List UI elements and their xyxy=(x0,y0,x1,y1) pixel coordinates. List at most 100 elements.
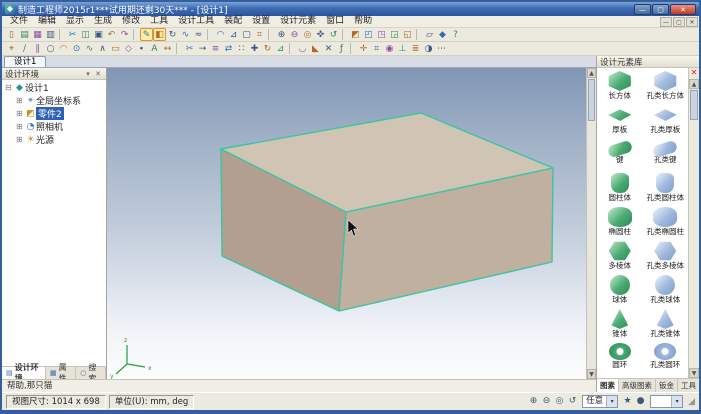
tree-item-global-coords[interactable]: ⊞ ⌖ 全局坐标系 xyxy=(2,94,106,107)
library-item-torus[interactable]: 圆环 xyxy=(597,341,643,375)
view-iso-icon[interactable]: ◩ xyxy=(349,28,362,41)
library-item-hole-cuboid[interactable]: 孔类长方体 xyxy=(643,69,689,103)
minimize-button[interactable]: — xyxy=(634,4,651,15)
library-tab-sheetmetal[interactable]: 钣金 xyxy=(656,379,678,392)
child-restore-button[interactable]: ▢ xyxy=(673,17,685,27)
menu-settings[interactable]: 设置 xyxy=(247,16,275,27)
sketch-icon[interactable]: ✎ xyxy=(140,28,153,41)
menu-generate[interactable]: 生成 xyxy=(89,16,117,27)
viewport-3d[interactable]: z x y xyxy=(107,68,586,379)
delete-icon[interactable]: ✕ xyxy=(322,42,335,55)
offset-icon[interactable]: ≡ xyxy=(209,42,222,55)
spline-icon[interactable]: ∿ xyxy=(83,42,96,55)
zoom-all-icon[interactable]: ◎ xyxy=(301,28,314,41)
open-file-icon[interactable]: ▤ xyxy=(18,28,31,41)
fillet-icon[interactable]: ◠ xyxy=(214,28,227,41)
line-icon[interactable]: ∕ xyxy=(18,42,31,55)
print-icon[interactable]: ▥ xyxy=(44,28,57,41)
scrollbar-thumb[interactable] xyxy=(588,79,595,121)
library-item-cylinder[interactable]: 圆柱体 xyxy=(597,171,643,205)
tree-item-light[interactable]: ⊞ ☀ 光源 xyxy=(2,133,106,146)
options-icon[interactable]: ⋯ xyxy=(435,42,448,55)
menu-file[interactable]: 文件 xyxy=(5,16,33,27)
menu-modify[interactable]: 修改 xyxy=(117,16,145,27)
save-file-icon[interactable]: ▦ xyxy=(31,28,44,41)
rectangle-icon[interactable]: ▭ xyxy=(109,42,122,55)
text-icon[interactable]: A xyxy=(148,42,161,55)
formula-icon[interactable]: ƒ xyxy=(335,42,348,55)
library-item-hole-sphere[interactable]: 孔类球体 xyxy=(643,273,689,307)
library-item-hole-prism[interactable]: 孔类多棱体 xyxy=(643,239,689,273)
menu-assembly[interactable]: 装配 xyxy=(219,16,247,27)
library-item-hole-torus[interactable]: 孔类圆环 xyxy=(643,341,689,375)
library-item-sphere[interactable]: 球体 xyxy=(597,273,643,307)
polyline-icon[interactable]: ∧ xyxy=(96,42,109,55)
redo-icon[interactable]: ↷ xyxy=(118,28,131,41)
new-file-icon[interactable]: ▯ xyxy=(5,28,18,41)
document-tab-design1[interactable]: 设计1 xyxy=(4,56,46,67)
library-item-cone[interactable]: 锥体 xyxy=(597,307,643,341)
orbit-icon[interactable]: ↺ xyxy=(566,395,579,408)
tree-expander-icon[interactable]: ⊞ xyxy=(16,109,25,118)
scroll-down-icon[interactable]: ▼ xyxy=(587,369,596,379)
library-item-hole-key[interactable]: 孔类键 xyxy=(643,137,689,171)
scrollbar-thumb[interactable] xyxy=(690,90,698,120)
shaded-icon[interactable]: ◆ xyxy=(436,28,449,41)
scale-combo[interactable]: ▾ xyxy=(650,395,683,408)
menu-view[interactable]: 显示 xyxy=(61,16,89,27)
tree-item-camera[interactable]: ⊞ ◔ 照相机 xyxy=(2,120,106,133)
tree-expander-icon[interactable]: ⊞ xyxy=(16,96,25,105)
menu-help[interactable]: 帮助 xyxy=(349,16,377,27)
snap-icon[interactable]: ◉ xyxy=(383,42,396,55)
pin-icon[interactable]: ▾ xyxy=(83,70,93,78)
render-toggle-icon[interactable]: ★ xyxy=(621,395,634,408)
color-icon[interactable]: ◑ xyxy=(422,42,435,55)
ortho-icon[interactable]: ⊥ xyxy=(396,42,409,55)
grid-icon[interactable]: ⌗ xyxy=(370,42,383,55)
tab-design-environment[interactable]: ▤ 设计环境 xyxy=(2,367,46,379)
tree-expander-icon[interactable]: ⊟ xyxy=(5,83,14,92)
menu-tools[interactable]: 工具 xyxy=(145,16,173,27)
view-right-icon[interactable]: ◲ xyxy=(388,28,401,41)
cut-icon[interactable]: ✂ xyxy=(66,28,79,41)
library-scrollbar[interactable]: ✕ ▲ ▼ xyxy=(688,68,699,378)
menu-design-tools[interactable]: 设计工具 xyxy=(173,16,219,27)
library-tab-advanced[interactable]: 高级图素 xyxy=(619,379,656,392)
scrollbar-track[interactable] xyxy=(689,121,699,368)
library-item-hole-elliptic-cylinder[interactable]: 孔类椭圆柱 xyxy=(643,205,689,239)
layers-icon[interactable]: ≣ xyxy=(409,42,422,55)
circle-icon[interactable]: ○ xyxy=(44,42,57,55)
shell-icon[interactable]: ▢ xyxy=(240,28,253,41)
library-item-key[interactable]: 键 xyxy=(597,137,643,171)
tree-item-design1[interactable]: ⊟ ◆ 设计1 xyxy=(2,81,106,94)
copy-icon[interactable]: ◫ xyxy=(79,28,92,41)
wireframe-icon[interactable]: ▱ xyxy=(423,28,436,41)
child-minimize-button[interactable]: — xyxy=(660,17,672,27)
coordinate-system-icon[interactable]: ✛ xyxy=(357,42,370,55)
sweep-icon[interactable]: ∿ xyxy=(179,28,192,41)
ellipse-icon[interactable]: ⊙ xyxy=(70,42,83,55)
tree-expander-icon[interactable]: ⊞ xyxy=(16,122,25,131)
revolve-icon[interactable]: ↻ xyxy=(166,28,179,41)
parallel-line-icon[interactable]: ∥ xyxy=(31,42,44,55)
library-close-button[interactable]: ✕ xyxy=(689,68,699,79)
dimension-icon[interactable]: ↔ xyxy=(161,42,174,55)
library-item-slab[interactable]: 厚板 xyxy=(597,103,643,137)
zoom-out-icon[interactable]: ⊖ xyxy=(540,395,553,408)
tree-expander-icon[interactable]: ⊞ xyxy=(16,135,25,144)
library-tab-primitives[interactable]: 图素 xyxy=(597,379,619,392)
scale-icon[interactable]: ⊿ xyxy=(274,42,287,55)
chamfer-2d-icon[interactable]: ◣ xyxy=(309,42,322,55)
zoom-out-icon[interactable]: ⊖ xyxy=(288,28,301,41)
paste-icon[interactable]: ▣ xyxy=(92,28,105,41)
extend-icon[interactable]: → xyxy=(196,42,209,55)
library-item-hole-slab[interactable]: 孔类厚板 xyxy=(643,103,689,137)
move-icon[interactable]: ✚ xyxy=(248,42,261,55)
tab-properties[interactable]: ▦ 属性 xyxy=(46,367,76,379)
close-panel-icon[interactable]: ✕ xyxy=(93,70,103,78)
menu-design-elements[interactable]: 设计元素 xyxy=(275,16,321,27)
select-icon[interactable]: ⌖ xyxy=(5,42,18,55)
view-front-icon[interactable]: ◰ xyxy=(362,28,375,41)
help-icon[interactable]: ? xyxy=(449,28,462,41)
zoom-in-icon[interactable]: ⊕ xyxy=(275,28,288,41)
